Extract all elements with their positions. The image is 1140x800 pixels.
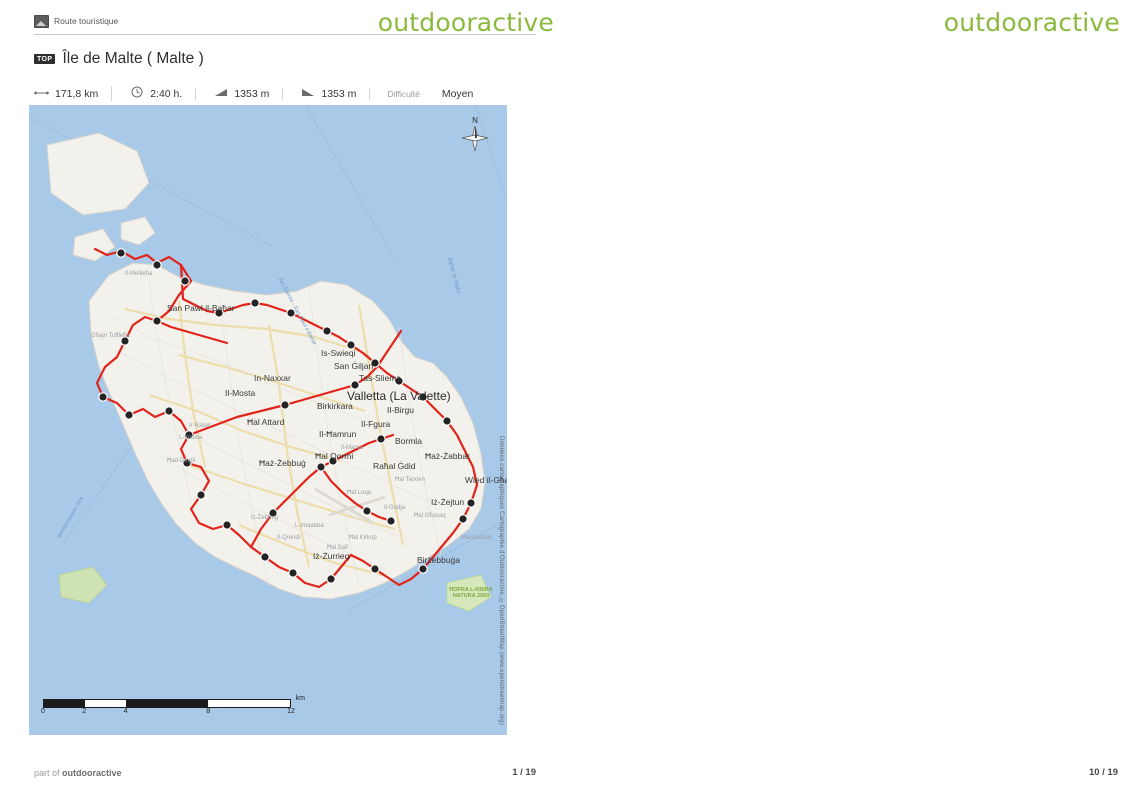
map-label: San Ġiljan: [334, 361, 374, 371]
map-minor-label: Il-Mellieħa: [125, 271, 153, 277]
stat-ascent-value: 1353 m: [234, 87, 270, 100]
page-number-left: 1 / 19: [512, 767, 536, 778]
ascent-icon: [213, 88, 228, 100]
map-attribution: Données cartographiques Cartographie d'O…: [498, 435, 504, 725]
map-label-valletta: Valletta (La Valette): [347, 389, 451, 403]
left-title-row: TOP Île de Malte ( Malte ): [34, 50, 204, 68]
descent-icon: [300, 88, 315, 100]
map-minor-label: Marsaxlokk: [461, 535, 492, 541]
footer-brand: outdooractive: [62, 768, 122, 778]
map-label: Il-Mosta: [225, 388, 256, 398]
header-divider: [34, 34, 536, 35]
page-number-right: 10 / 19: [1088, 767, 1118, 778]
scale-tick: 4: [123, 708, 128, 715]
map-minor-label: Ħal Tarxien: [395, 477, 425, 483]
map-label: Ħaż-Żabbar: [425, 451, 470, 461]
stat-ascent: 1353 m: [195, 87, 282, 100]
stat-distance: 171,8 km: [34, 88, 111, 100]
map-label: Tas-Sliema: [359, 373, 402, 383]
map-label: San Pawl il-Baħar: [167, 303, 235, 313]
map-label: Iż-Żejtun: [431, 497, 465, 507]
map-minor-label: Il-Marsa: [341, 445, 363, 451]
stat-difficulty: Difficulté Moyen: [369, 87, 486, 100]
map-scale-bar: 0 2 4 8 12 km: [41, 695, 305, 719]
footer-left: part of outdooractive: [34, 768, 122, 778]
stats-bar: 171,8 km 2:40 h. 1353 m 1353 m Difficult…: [34, 86, 536, 101]
map-label: Ħaż-Żebbuġ: [259, 458, 306, 468]
map-minor-label: Ħal Safi: [327, 545, 349, 551]
scale-tick: 0: [41, 708, 45, 715]
stat-duration-value: 2:40 h.: [150, 87, 183, 100]
distance-icon: [34, 88, 49, 100]
map-label: Il-Birgu: [387, 405, 414, 415]
scale-unit: km: [295, 695, 305, 702]
map-label: Birkirkara: [317, 401, 353, 411]
map-minor-label: Ħal Luqa: [347, 490, 372, 496]
map-label: Bormla: [395, 436, 422, 446]
scale-tick: 2: [82, 708, 87, 715]
brand-logo-right: outdooractive: [943, 8, 1120, 37]
page-right: outdooractive Route touristique TOP Île …: [570, 0, 1140, 800]
footer-part-of: part of: [34, 768, 60, 778]
svg-text:N: N: [472, 116, 478, 125]
map-minor-label: Ir-Rabat: [189, 423, 211, 429]
map-minor-label: Ħal Għaxaq: [414, 513, 446, 519]
map-minor-label: Ħal Kirkop: [349, 535, 377, 541]
map-label: Il-Fgura: [361, 419, 391, 429]
map-minor-label: L-Imqabba: [295, 523, 324, 529]
route-map[interactable]: N Valletta (La Valette) San Pawl il-Baħa…: [29, 105, 507, 735]
map-minor-label: Iż-Żebbuġ: [251, 515, 279, 521]
scale-tick: 12: [287, 708, 295, 715]
stat-duration: 2:40 h.: [111, 86, 195, 101]
clock-icon: [129, 86, 144, 101]
map-minor-label: Il-Qrendi: [277, 535, 301, 541]
scale-tick: 8: [206, 708, 211, 715]
map-minor-label: Ħad-Dingli: [167, 458, 196, 464]
map-minor-label: Il-Gudja: [384, 505, 406, 511]
left-header: Route touristique: [34, 12, 536, 30]
category-row: Route touristique: [34, 12, 536, 30]
map-label: Ħal Qormi: [315, 451, 354, 461]
map-label: Il-Ħamrun: [319, 429, 357, 439]
difficulty-label: Difficulté: [387, 88, 420, 99]
map-label: Birżebbuġa: [417, 555, 461, 565]
map-label: Is-Swieqi: [321, 348, 356, 358]
top-badge: TOP: [34, 54, 56, 64]
map-label: Raħal Ġdid: [373, 461, 416, 471]
map-minor-label: L-Imdina: [179, 435, 203, 441]
tour-type-icon: [34, 14, 49, 28]
map-label: In-Naxxar: [254, 373, 291, 383]
map-minor-label: Għajn Tuffieħa: [91, 333, 130, 339]
compass-icon: N: [457, 113, 493, 157]
stat-descent-value: 1353 m: [321, 87, 357, 100]
stat-descent: 1353 m: [282, 87, 369, 100]
page-left: outdooractive Route touristique TOP Île …: [0, 0, 570, 800]
map-park-label: ĦOFRA L-KBIRA NATURA 2000: [449, 587, 493, 599]
category-label: Route touristique: [54, 16, 119, 26]
map-label: Iż-Żurrieq: [313, 551, 350, 561]
map-label: Ħal Attard: [247, 417, 285, 427]
difficulty-value: Moyen: [441, 87, 474, 100]
stat-distance-value: 171,8 km: [55, 87, 99, 100]
document-spread: outdooractive Route touristique TOP Île …: [0, 0, 1140, 800]
page-title: Île de Malte ( Malte ): [62, 50, 204, 67]
